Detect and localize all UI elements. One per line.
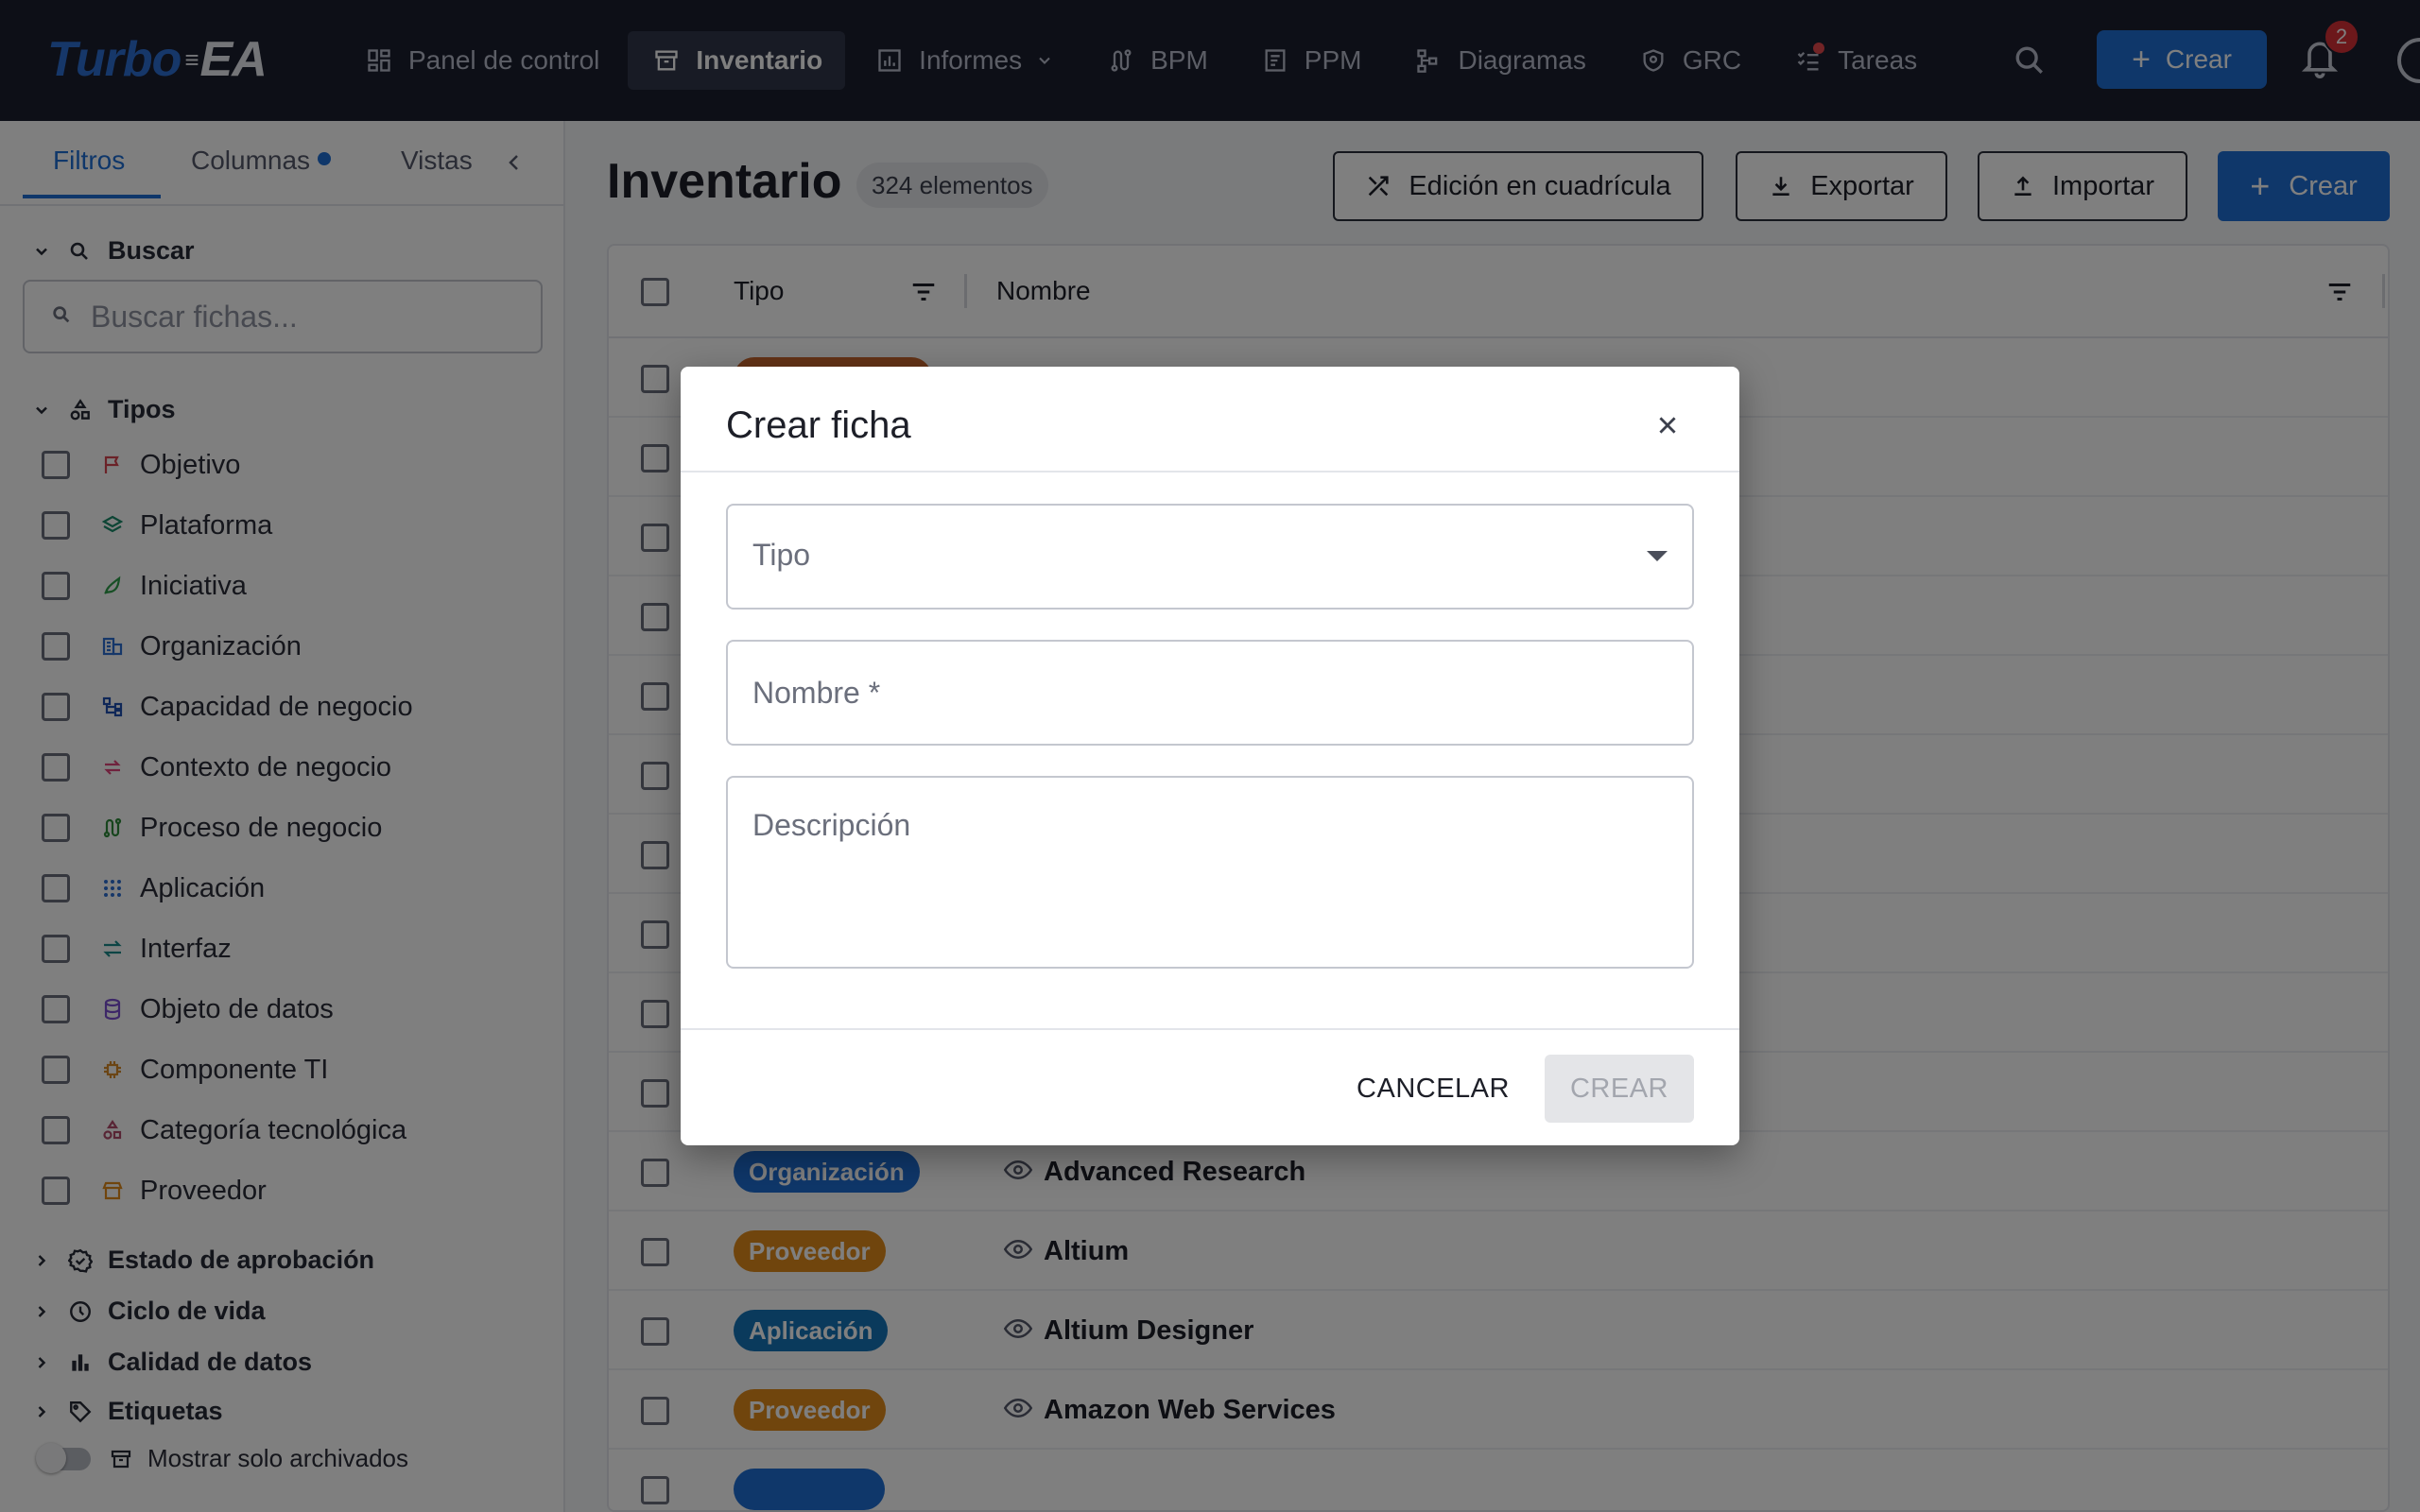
create-card-dialog: Crear ficha Tipo CANCELAR CREAR <box>681 367 1739 1145</box>
type-select-label: Tipo <box>752 538 811 572</box>
create-submit-button[interactable]: CREAR <box>1545 1055 1694 1123</box>
dialog-divider <box>681 471 1739 472</box>
dialog-title: Crear ficha <box>726 404 911 446</box>
dialog-divider <box>681 1028 1739 1030</box>
name-input[interactable] <box>728 642 1692 744</box>
name-field[interactable] <box>726 640 1694 746</box>
close-icon[interactable] <box>1649 406 1686 444</box>
description-input[interactable] <box>728 778 1692 967</box>
type-select[interactable]: Tipo <box>726 504 1694 610</box>
description-field[interactable] <box>726 776 1694 969</box>
cancel-button[interactable]: CANCELAR <box>1352 1055 1514 1123</box>
dropdown-arrow-icon <box>1647 551 1668 561</box>
